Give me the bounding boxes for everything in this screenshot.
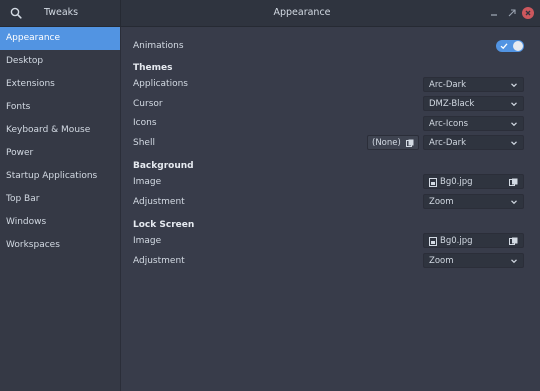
sidebar-item-power[interactable]: Power: [0, 142, 120, 165]
sidebar-item-workspaces[interactable]: Workspaces: [0, 234, 120, 257]
maximize-icon: [508, 9, 516, 17]
animations-label: Animations: [133, 41, 184, 51]
minimize-icon: [491, 14, 497, 16]
shell-theme-value: Arc-Dark: [429, 138, 467, 148]
sidebar-item-appearance[interactable]: Appearance: [0, 27, 120, 50]
maximize-button[interactable]: [506, 7, 518, 19]
window-title: Appearance: [0, 0, 540, 26]
lock-screen-image-label: Image: [133, 236, 162, 246]
background-adjustment-value: Zoom: [429, 197, 454, 207]
sidebar-item-extensions[interactable]: Extensions: [0, 73, 120, 96]
lock-screen-heading: Lock Screen: [133, 220, 195, 230]
animations-switch[interactable]: [496, 40, 524, 52]
minimize-button[interactable]: [488, 7, 500, 19]
chevron-down-icon: [511, 122, 517, 127]
appearance-panel: Animations Themes Applications Arc-Dark …: [121, 27, 540, 391]
search-icon[interactable]: [9, 6, 23, 20]
chevron-down-icon: [511, 102, 517, 107]
lock-screen-image-chooser[interactable]: Bg0.jpg: [423, 233, 524, 248]
open-file-icon: [509, 178, 518, 186]
cursor-theme-value: DMZ-Black: [429, 99, 475, 109]
sidebar-item-top-bar[interactable]: Top Bar: [0, 188, 120, 211]
app-name: Tweaks: [44, 7, 79, 18]
cursor-theme-dropdown[interactable]: DMZ-Black: [423, 96, 524, 111]
chevron-down-icon: [511, 200, 517, 205]
open-file-icon: [509, 237, 518, 245]
background-heading: Background: [133, 161, 194, 171]
title-bar: Tweaks Appearance: [0, 0, 540, 27]
lock-screen-image-value: Bg0.jpg: [440, 236, 473, 246]
background-image-value: Bg0.jpg: [440, 177, 473, 187]
close-icon: [525, 10, 531, 16]
chevron-down-icon: [511, 259, 517, 264]
shell-label: Shell: [133, 138, 155, 148]
sidebar: Appearance Desktop Extensions Fonts Keyb…: [0, 27, 121, 391]
applications-theme-value: Arc-Dark: [429, 80, 467, 90]
background-adjustment-label: Adjustment: [133, 197, 185, 207]
shell-file-button[interactable]: (None): [367, 135, 419, 150]
sidebar-item-fonts[interactable]: Fonts: [0, 96, 120, 119]
lock-screen-adjustment-label: Adjustment: [133, 256, 185, 266]
icons-label: Icons: [133, 118, 157, 128]
titlebar-separator: [120, 0, 121, 26]
chevron-down-icon: [511, 141, 517, 146]
window-title-text: Appearance: [273, 7, 331, 18]
sidebar-item-desktop[interactable]: Desktop: [0, 50, 120, 73]
lock-screen-adjustment-dropdown[interactable]: Zoom: [423, 253, 524, 268]
check-icon: [500, 43, 508, 50]
open-file-icon: [406, 139, 414, 147]
close-button[interactable]: [522, 7, 534, 19]
image-file-icon: [429, 178, 437, 187]
background-image-label: Image: [133, 177, 162, 187]
background-image-chooser[interactable]: Bg0.jpg: [423, 174, 524, 189]
background-adjustment-dropdown[interactable]: Zoom: [423, 194, 524, 209]
applications-theme-dropdown[interactable]: Arc-Dark: [423, 77, 524, 92]
icons-theme-value: Arc-Icons: [429, 119, 469, 129]
sidebar-item-startup-applications[interactable]: Startup Applications: [0, 165, 120, 188]
shell-theme-dropdown[interactable]: Arc-Dark: [423, 135, 524, 150]
image-file-icon: [429, 237, 437, 246]
shell-file-value: (None): [372, 138, 401, 148]
chevron-down-icon: [511, 83, 517, 88]
icons-theme-dropdown[interactable]: Arc-Icons: [423, 116, 524, 131]
lock-screen-adjustment-value: Zoom: [429, 256, 454, 266]
switch-knob: [513, 41, 523, 51]
sidebar-item-windows[interactable]: Windows: [0, 211, 120, 234]
applications-label: Applications: [133, 79, 188, 89]
themes-heading: Themes: [133, 63, 173, 73]
cursor-label: Cursor: [133, 99, 163, 109]
sidebar-item-keyboard-mouse[interactable]: Keyboard & Mouse: [0, 119, 120, 142]
